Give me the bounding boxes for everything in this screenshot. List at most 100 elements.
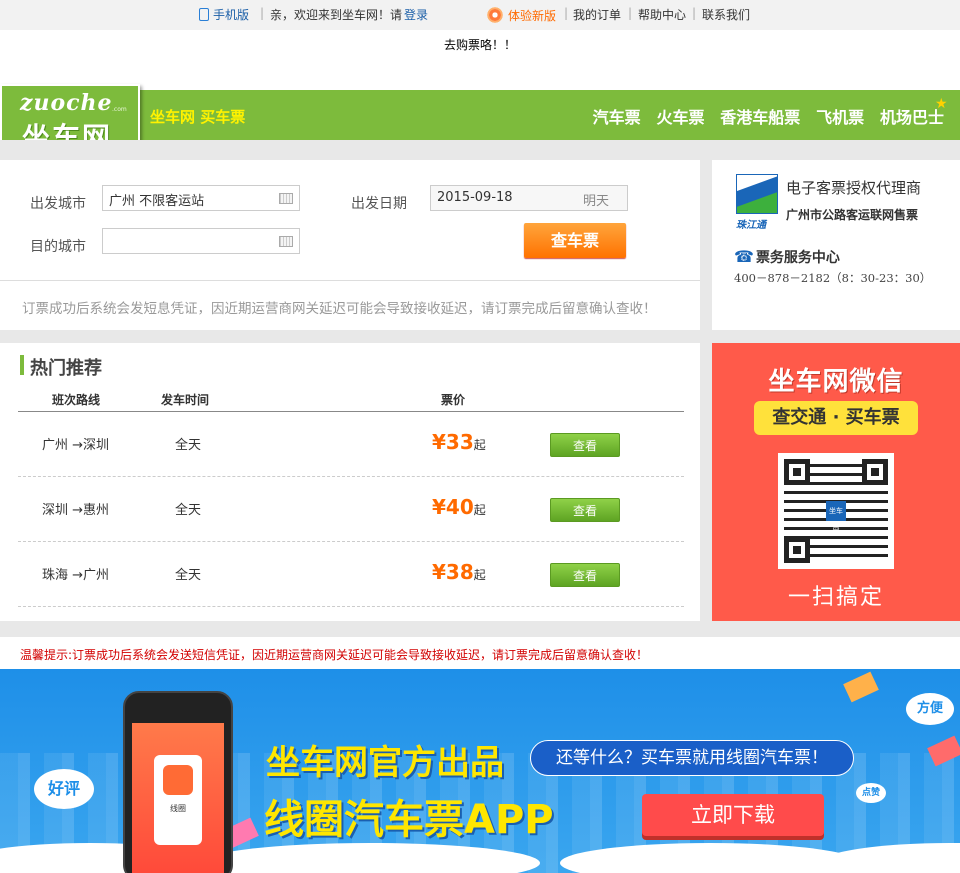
app-banner[interactable]: 好评 方便 点赞 线圈 坐车网官方出品 还等什么？买车票就用线圈汽车票！ 线圈汽…: [0, 669, 960, 873]
price-suffix: 起: [473, 503, 486, 517]
qr-finder: [862, 459, 888, 485]
route: 广州 →深圳: [42, 438, 110, 453]
depart-time: 全天: [175, 503, 202, 518]
wechat-panel: 坐车网微信 查交通 · 买车票 坐车网 一扫搞定: [712, 343, 960, 621]
table-row: 广州 →深圳 全天 ¥33起 查看: [18, 412, 684, 477]
date-hint: 明天: [582, 194, 609, 209]
qr-finder: [784, 537, 810, 563]
search-tickets-button[interactable]: 查车票: [524, 223, 626, 258]
phone-mockup: 线圈: [123, 691, 233, 873]
nav-bus-tickets[interactable]: 汽车票: [593, 104, 641, 128]
banner-app-name: 线圈汽车票APP: [264, 797, 554, 843]
top-bar: 手机版 | 亲，欢迎来到坐车网！请 登录 体验新版 | 我的订单 | 帮助中心 …: [0, 0, 960, 30]
divider: |: [628, 6, 633, 20]
price-value: ¥40: [432, 495, 474, 519]
qr-finder: [784, 459, 810, 485]
col-time: 发车时间: [161, 393, 210, 407]
page: 手机版 | 亲，欢迎来到坐车网！请 登录 体验新版 | 我的订单 | 帮助中心 …: [0, 0, 960, 873]
divider: |: [692, 6, 697, 20]
zhujiangtong-logo: [736, 174, 778, 214]
hot-panel: 热门推荐 班次路线 发车时间 票价 广州 →深圳 全天 ¥33起 查看 深圳 →…: [0, 343, 700, 621]
calendar-icon: [279, 193, 293, 204]
bubble-convenient: 方便: [906, 693, 954, 725]
date-input[interactable]: 2015-09-18 明天: [430, 185, 628, 211]
from-city-input[interactable]: 广州 不限客运站: [102, 185, 300, 211]
title-accent: [20, 355, 24, 375]
price: ¥38起: [432, 560, 486, 584]
price: ¥33起: [432, 430, 486, 454]
phone-icon: [199, 8, 209, 21]
nav-hk-tickets[interactable]: 香港车船票: [720, 104, 800, 128]
flower-icon: [486, 6, 504, 24]
price-suffix: 起: [473, 568, 486, 582]
to-city-label: 目的城市: [30, 239, 86, 255]
header-slogan: 坐车网 买车票: [150, 108, 246, 126]
calendar-icon: [279, 236, 293, 247]
login-link[interactable]: 登录: [404, 6, 428, 23]
agent-logo-text: 珠江通: [736, 220, 766, 231]
view-button[interactable]: 查看: [550, 498, 620, 522]
app-name: 线圈: [170, 804, 186, 813]
app-icon: [163, 765, 193, 795]
depart-time: 全天: [175, 438, 202, 453]
my-orders-link[interactable]: 我的订单: [573, 6, 621, 23]
table-row: 珠海 →广州 全天 ¥38起 查看: [18, 542, 684, 607]
new-version-label: 体验新版: [508, 9, 557, 23]
route: 深圳 →惠州: [42, 503, 110, 518]
price: ¥40起: [432, 495, 486, 519]
phone-screen: 线圈: [132, 723, 224, 873]
logo-en: zuoche: [20, 90, 113, 116]
banner-title: 坐车网官方出品: [266, 743, 504, 783]
service-phone: 400－878－2182（8：30-23：30）: [734, 271, 932, 285]
divider: |: [260, 6, 265, 20]
price-value: ¥33: [432, 430, 474, 454]
new-version-link[interactable]: 体验新版: [486, 6, 556, 24]
from-city-label: 出发城市: [30, 196, 86, 212]
flying-ticket: [843, 671, 879, 703]
agent-subtitle: 广州市公路客运联网售票: [786, 208, 919, 222]
bubble-good: 好评: [34, 769, 94, 809]
price-suffix: 起: [473, 438, 486, 452]
mobile-link[interactable]: 手机版: [199, 6, 249, 23]
route: 珠海 →广州: [42, 568, 110, 583]
date-label: 出发日期: [351, 196, 407, 212]
view-button[interactable]: 查看: [550, 433, 620, 457]
search-tip: 订票成功后系统会发短息凭证，因近期运营商网关延迟可能会导致接收延迟，请订票完成后…: [22, 301, 657, 317]
divider: [0, 280, 700, 281]
date-value: 2015-09-18: [437, 190, 513, 205]
nav-flight-tickets[interactable]: 飞机票: [816, 104, 864, 128]
telephone-icon: ☎: [734, 247, 754, 266]
depart-time: 全天: [175, 568, 202, 583]
bubble-like: 点赞: [856, 783, 886, 803]
logo-com: .com: [112, 106, 127, 113]
qr-logo: 坐车网: [826, 501, 846, 535]
price-value: ¥38: [432, 560, 474, 584]
notice-text: 去购票咯！！: [443, 38, 516, 52]
star-icon: ★: [935, 96, 948, 112]
nav-train-tickets[interactable]: 火车票: [656, 104, 704, 128]
warm-tip: 温馨提示:订票成功后系统会发送短信凭证，因近期运营商网关延迟可能会导致接收延迟，…: [20, 648, 649, 662]
scan-text: 一扫搞定: [787, 585, 884, 610]
to-city-input[interactable]: [102, 228, 300, 254]
col-route: 班次路线: [52, 393, 101, 407]
from-city-value: 广州 不限客运站: [109, 194, 205, 209]
qr-code[interactable]: 坐车网: [778, 453, 894, 569]
contact-link[interactable]: 联系我们: [702, 6, 750, 23]
service-label: 票务服务中心: [755, 250, 840, 266]
mobile-label: 手机版: [213, 8, 250, 22]
wechat-subtitle: 查交通 · 买车票: [754, 401, 918, 435]
welcome-text: 亲，欢迎来到坐车网！请: [270, 8, 403, 22]
download-button[interactable]: 立即下载: [642, 794, 824, 836]
agent-title: 电子客票授权代理商: [786, 179, 922, 197]
view-button[interactable]: 查看: [550, 563, 620, 587]
qr-pattern: 坐车网: [784, 459, 888, 563]
agent-panel: 珠江通 电子客票授权代理商 广州市公路客运联网售票 ☎ 票务服务中心 400－87…: [712, 160, 960, 330]
col-price: 票价: [441, 393, 466, 407]
wechat-title: 坐车网微信: [768, 367, 904, 397]
table-row: 深圳 →惠州 全天 ¥40起 查看: [18, 477, 684, 542]
hot-title: 热门推荐: [30, 358, 102, 379]
divider: |: [564, 6, 569, 20]
help-link[interactable]: 帮助中心: [638, 6, 686, 23]
banner-question: 还等什么？买车票就用线圈汽车票！: [530, 740, 854, 776]
service-center: ☎ 票务服务中心: [734, 247, 840, 267]
